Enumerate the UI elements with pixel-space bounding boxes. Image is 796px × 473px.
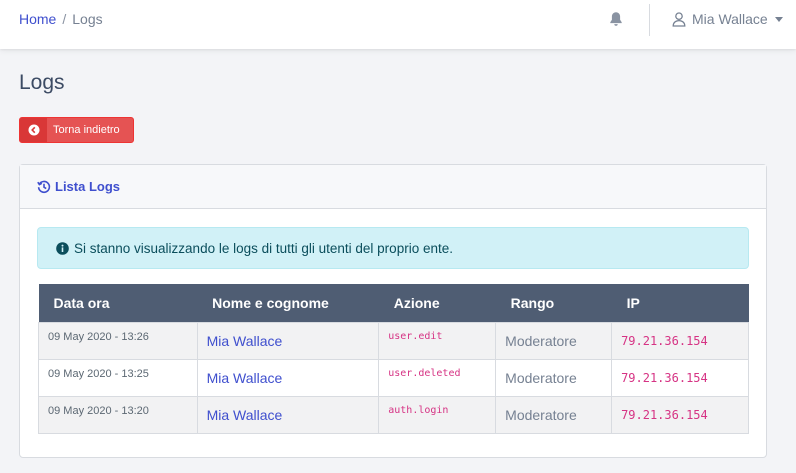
header-divider [649, 4, 650, 36]
user-name: Mia Wallace [692, 11, 768, 27]
cell-role: Moderatore [495, 358, 613, 397]
cell-datetime: 09 May 2020 - 13:20 [38, 395, 198, 434]
cell-ip: 79.21.36.154 [611, 321, 749, 360]
breadcrumb-home-link[interactable]: Home [19, 11, 56, 27]
arrow-circle-left-icon [20, 118, 47, 142]
logs-table: Data ora Nome e cognome Azione Rango IP … [38, 284, 749, 434]
cell-action: auth.login [378, 395, 497, 434]
column-header-ip[interactable]: IP [611, 284, 749, 322]
breadcrumb: Home / Logs [19, 10, 103, 28]
table-row: 09 May 2020 - 13:26 Mia Wallace user.edi… [38, 321, 749, 360]
cell-name: Mia Wallace [196, 395, 380, 434]
back-button[interactable]: Torna indietro [19, 117, 134, 143]
table-row: 09 May 2020 - 13:20 Mia Wallace auth.log… [38, 395, 749, 434]
column-header-role[interactable]: Rango [495, 284, 612, 322]
top-header: Home / Logs Mia Wallace [0, 0, 796, 49]
logs-card: Lista Logs Si stanno visualizzando le lo… [19, 164, 767, 458]
cell-name: Mia Wallace [196, 321, 380, 360]
card-header: Lista Logs [20, 165, 766, 209]
cell-action: user.deleted [378, 358, 497, 397]
page-title: Logs [19, 71, 65, 94]
table-header-row: Data ora Nome e cognome Azione Rango IP [38, 284, 749, 322]
cell-datetime: 09 May 2020 - 13:25 [38, 358, 198, 397]
cell-ip: 79.21.36.154 [611, 395, 749, 434]
cell-name: Mia Wallace [196, 358, 380, 397]
info-alert: Si stanno visualizzando le logs di tutti… [37, 227, 749, 269]
info-alert-text: Si stanno visualizzando le logs di tutti… [74, 240, 453, 256]
user-icon [672, 11, 686, 27]
column-header-action[interactable]: Azione [378, 284, 496, 322]
column-header-datetime[interactable]: Data ora [38, 284, 198, 322]
cell-action: user.edit [378, 321, 497, 360]
cell-ip: 79.21.36.154 [611, 358, 749, 397]
table-row: 09 May 2020 - 13:25 Mia Wallace user.del… [38, 358, 749, 397]
info-circle-icon [56, 241, 69, 255]
cell-role: Moderatore [495, 321, 613, 360]
breadcrumb-separator: / [62, 11, 67, 27]
column-header-name[interactable]: Nome e cognome [197, 284, 379, 322]
breadcrumb-current: Logs [72, 11, 103, 27]
cell-role: Moderatore [495, 395, 613, 434]
card-title: Lista Logs [55, 179, 121, 194]
chevron-down-icon [774, 16, 783, 22]
user-menu-dropdown[interactable]: Mia Wallace [672, 9, 783, 29]
cell-datetime: 09 May 2020 - 13:26 [38, 321, 198, 360]
back-button-label: Torna indietro [53, 124, 120, 136]
bell-icon[interactable] [609, 11, 623, 27]
history-icon [37, 180, 51, 193]
